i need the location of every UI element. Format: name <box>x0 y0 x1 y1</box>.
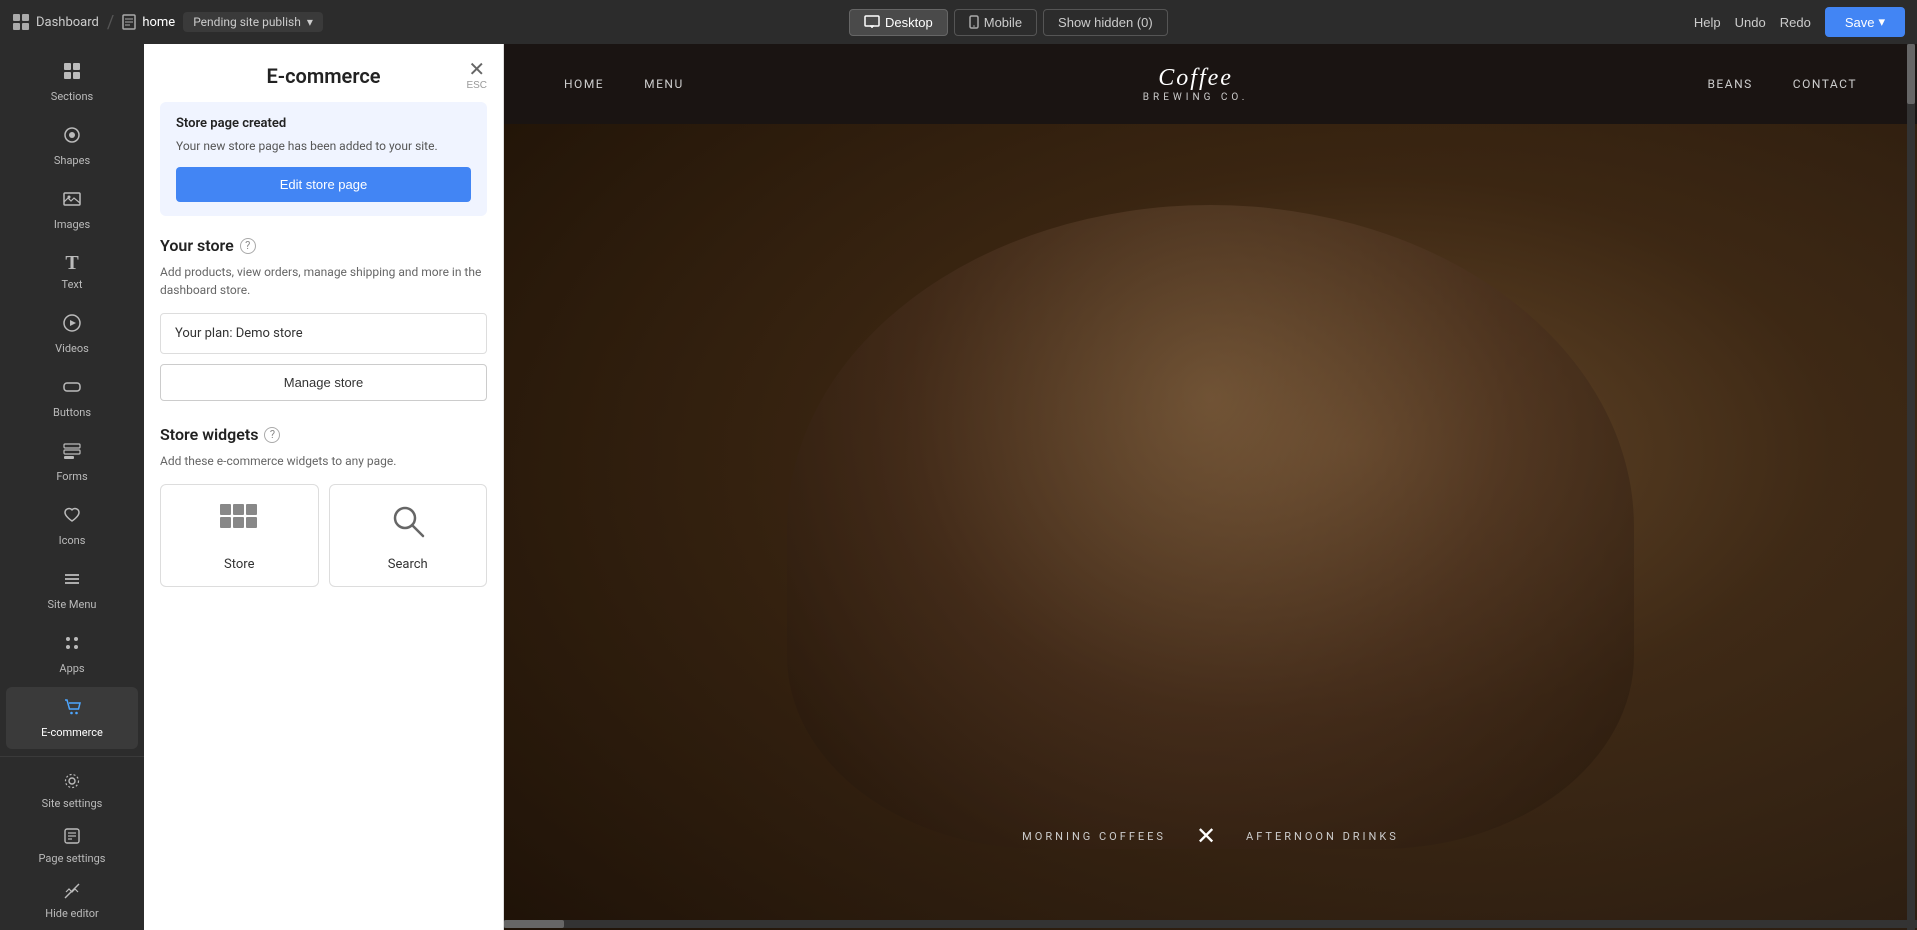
sidebar-item-site-settings[interactable]: Site settings <box>6 764 138 818</box>
store-widget-card[interactable]: Store <box>160 484 319 587</box>
vertical-scrollbar-thumb[interactable] <box>1907 44 1915 104</box>
horizontal-scrollbar[interactable] <box>504 920 1917 928</box>
notice-text: Your new store page has been added to yo… <box>176 137 471 155</box>
videos-icon <box>62 313 82 337</box>
close-icon: ✕ <box>468 60 485 80</box>
sections-icon <box>62 61 82 85</box>
help-button[interactable]: Help <box>1694 15 1721 30</box>
dashboard-link[interactable]: Dashboard <box>12 13 99 31</box>
hide-editor-icon <box>63 882 81 903</box>
sidebar-item-forms[interactable]: Forms <box>6 431 138 493</box>
undo-button[interactable]: Undo <box>1735 15 1766 30</box>
dashboard-icon <box>12 13 30 31</box>
your-store-help-button[interactable]: ? <box>240 238 256 254</box>
sidebar-item-shapes[interactable]: Shapes <box>6 115 138 177</box>
sidebar-item-ecommerce[interactable]: E-commerce <box>6 687 138 749</box>
pending-publish-badge[interactable]: Pending site publish ▾ <box>183 12 323 32</box>
sidebar-item-buttons[interactable]: Buttons <box>6 367 138 429</box>
notice-title: Store page created <box>176 116 471 131</box>
store-widgets-help-button[interactable]: ? <box>264 427 280 443</box>
hero-x-icon: ✕ <box>1196 822 1216 850</box>
shapes-icon <box>62 125 82 149</box>
nav-link-contact[interactable]: CONTACT <box>1793 77 1857 91</box>
preview-hero: MORNING COFFEES ✕ AFTERNOON DRINKS <box>504 124 1917 930</box>
search-widget-label: Search <box>388 557 428 572</box>
images-icon <box>62 189 82 213</box>
ecommerce-panel: E-commerce ✕ ESC Store page created Your… <box>144 44 504 930</box>
show-hidden-button[interactable]: Show hidden (0) <box>1043 9 1168 36</box>
sidebar: Sections Shapes Images T Text <box>0 44 144 930</box>
buttons-icon <box>62 377 82 401</box>
preview-nav: HOME MENU Coffee BREWING CO. BEANS CONTA… <box>504 44 1917 124</box>
hero-tab-morning[interactable]: MORNING COFFEES <box>1022 830 1166 843</box>
search-widget-card[interactable]: Search <box>329 484 488 587</box>
site-settings-icon <box>63 772 81 793</box>
panel-title: E-commerce <box>266 64 380 88</box>
chevron-down-icon: ▾ <box>307 15 313 29</box>
text-icon: T <box>65 253 78 273</box>
ecommerce-icon <box>62 697 82 721</box>
page-link[interactable]: home <box>122 14 175 30</box>
store-widgets-heading: Store widgets <box>160 425 258 444</box>
search-widget-icon <box>390 503 426 547</box>
icons-icon <box>62 505 82 529</box>
sidebar-item-videos[interactable]: Videos <box>6 303 138 365</box>
chevron-down-icon: ▾ <box>1878 14 1885 30</box>
save-button[interactable]: Save ▾ <box>1825 7 1905 37</box>
sidebar-item-images[interactable]: Images <box>6 179 138 241</box>
nav-links-right: BEANS CONTACT <box>1707 77 1857 91</box>
edit-store-page-button[interactable]: Edit store page <box>176 167 471 202</box>
your-store-section-header: Your store ? <box>160 236 487 255</box>
store-widget-icon <box>219 503 259 547</box>
site-menu-icon <box>62 569 82 593</box>
website-preview: HOME MENU Coffee BREWING CO. BEANS CONTA… <box>504 44 1917 930</box>
sidebar-item-site-menu[interactable]: Site Menu <box>6 559 138 621</box>
page-icon <box>122 14 136 30</box>
apps-icon <box>62 633 82 657</box>
horizontal-scrollbar-thumb[interactable] <box>504 920 564 928</box>
nav-links-left: HOME MENU <box>564 77 684 91</box>
esc-label: ESC <box>466 80 487 91</box>
sidebar-item-hide-editor[interactable]: Hide editor <box>6 874 138 928</box>
your-store-desc: Add products, view orders, manage shippi… <box>160 263 487 299</box>
nav-logo-brand: BREWING CO. <box>1143 92 1249 103</box>
sidebar-item-sections[interactable]: Sections <box>6 51 138 113</box>
panel-close-button[interactable]: ✕ ESC <box>466 60 487 91</box>
sidebar-item-icons[interactable]: Icons <box>6 495 138 557</box>
nav-link-home[interactable]: HOME <box>564 77 604 91</box>
manage-store-button[interactable]: Manage store <box>160 364 487 401</box>
redo-button[interactable]: Redo <box>1780 15 1811 30</box>
mobile-view-button[interactable]: Mobile <box>954 9 1037 36</box>
store-widget-label: Store <box>224 557 254 572</box>
desktop-view-button[interactable]: Desktop <box>849 9 948 36</box>
store-widgets-section-header: Store widgets ? <box>160 425 487 444</box>
plan-label: Your plan: Demo store <box>160 313 487 354</box>
nav-logo: Coffee BREWING CO. <box>1143 65 1249 103</box>
forms-icon <box>62 441 82 465</box>
nav-logo-text: Coffee <box>1143 65 1249 92</box>
hero-tab-afternoon[interactable]: AFTERNOON DRINKS <box>1246 830 1399 843</box>
page-settings-icon <box>63 827 81 848</box>
topbar: Dashboard / home Pending site publish ▾ … <box>0 0 1917 44</box>
store-page-created-notice: Store page created Your new store page h… <box>160 102 487 216</box>
vertical-scrollbar[interactable] <box>1907 44 1915 930</box>
nav-link-beans[interactable]: BEANS <box>1707 77 1752 91</box>
sidebar-item-text[interactable]: T Text <box>6 243 138 301</box>
sidebar-item-apps[interactable]: Apps <box>6 623 138 685</box>
your-store-heading: Your store <box>160 236 234 255</box>
nav-link-menu[interactable]: MENU <box>644 77 684 91</box>
sidebar-item-page-settings[interactable]: Page settings <box>6 819 138 873</box>
desktop-icon <box>864 15 880 29</box>
store-widgets-grid: Store Search <box>160 484 487 587</box>
store-widgets-desc: Add these e-commerce widgets to any page… <box>160 452 487 470</box>
mobile-icon <box>969 15 979 29</box>
